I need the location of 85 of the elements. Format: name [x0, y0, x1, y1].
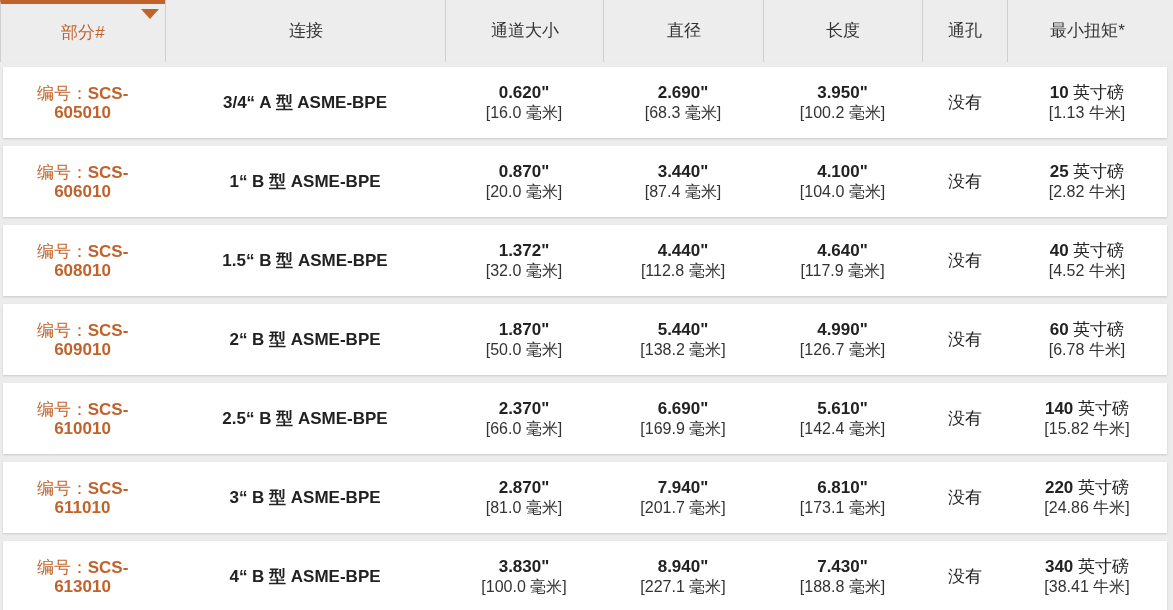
connection-text: 2“ B 型 ASME-BPE — [229, 328, 381, 351]
column-header[interactable]: 长度 — [763, 0, 922, 62]
part-number-link[interactable]: 编号：SCS-605010 — [27, 83, 138, 122]
connection-text: 4“ B 型 ASME-BPE — [229, 565, 381, 588]
part-number-link[interactable]: 编号：SCS-611010 — [27, 478, 138, 517]
metric-text: [6.78 牛米] — [1048, 339, 1126, 360]
connection-text: 3“ B 型 ASME-BPE — [229, 486, 381, 509]
through-hole-text: 没有 — [947, 407, 982, 430]
column-header[interactable]: 最小扭矩* — [1007, 0, 1167, 62]
value-text: 6.810" — [817, 477, 868, 498]
metric-text: [81.0 毫米] — [485, 497, 563, 518]
sort-arrow-icon — [141, 9, 159, 19]
part-number-link[interactable]: 编号：SCS-613010 — [27, 557, 138, 596]
metric-text: [1.13 牛米] — [1048, 102, 1126, 123]
metric-text: [169.9 毫米] — [640, 418, 726, 439]
metric-text: [24.86 牛米] — [1044, 497, 1130, 518]
value-text: 0.620" — [498, 82, 550, 103]
value-text: 0.870" — [498, 161, 550, 182]
value-text: 340 英寸磅 — [1044, 556, 1130, 577]
metric-text: [100.0 毫米] — [481, 576, 567, 597]
through-hole-text: 没有 — [947, 249, 982, 272]
metric-text: [87.4 毫米] — [644, 181, 722, 202]
value-text: 5.440" — [657, 319, 709, 340]
value-text: 1.870" — [498, 319, 550, 340]
through-hole-text: 没有 — [947, 170, 982, 193]
metric-text: [142.4 毫米] — [799, 418, 886, 439]
value-text: 6.690" — [657, 398, 709, 419]
metric-text: [227.1 毫米] — [640, 576, 726, 597]
value-text: 3.830" — [498, 556, 550, 577]
value-text: 2.370" — [498, 398, 550, 419]
metric-text: [66.0 毫米] — [485, 418, 563, 439]
metric-text: [32.0 毫米] — [485, 260, 563, 281]
value-text: 8.940" — [657, 556, 709, 577]
column-header[interactable]: 直径 — [603, 0, 763, 62]
metric-text: [104.0 毫米] — [799, 181, 886, 202]
column-header[interactable]: 通道大小 — [445, 0, 603, 62]
value-text: 7.430" — [817, 556, 868, 577]
metric-text: [112.8 毫米] — [640, 260, 726, 281]
value-text: 4.640" — [817, 240, 868, 261]
value-text: 40 英寸磅 — [1049, 240, 1125, 261]
metric-text: [4.52 牛米] — [1048, 260, 1126, 281]
metric-text: [117.9 毫米] — [800, 260, 885, 281]
part-number-link[interactable]: 编号：SCS-609010 — [27, 320, 138, 359]
value-text: 1.372" — [498, 240, 550, 261]
part-number-link[interactable]: 编号：SCS-610010 — [27, 399, 138, 438]
value-text: 60 英寸磅 — [1049, 319, 1125, 340]
value-text: 140 英寸磅 — [1044, 398, 1130, 419]
value-text: 4.990" — [817, 319, 868, 340]
value-text: 7.940" — [657, 477, 709, 498]
part-number-link[interactable]: 编号：SCS-606010 — [27, 162, 138, 201]
value-text: 3.950" — [817, 82, 868, 103]
value-text: 2.870" — [498, 477, 550, 498]
through-hole-text: 没有 — [947, 91, 982, 114]
value-text: 10 英寸磅 — [1049, 82, 1125, 103]
value-text: 4.440" — [657, 240, 709, 261]
value-text: 5.610" — [817, 398, 868, 419]
part-number-link[interactable]: 编号：SCS-608010 — [27, 241, 138, 280]
metric-text: [201.7 毫米] — [640, 497, 726, 518]
metric-text: [126.7 毫米] — [799, 339, 886, 360]
connection-text: 3/4“ A 型 ASME-BPE — [222, 91, 388, 114]
metric-text: [20.0 毫米] — [485, 181, 563, 202]
through-hole-text: 没有 — [947, 328, 982, 351]
metric-text: [15.82 牛米] — [1044, 418, 1130, 439]
connection-text: 2.5“ B 型 ASME-BPE — [222, 407, 388, 430]
metric-text: [188.8 毫米] — [799, 576, 886, 597]
metric-text: [100.2 毫米] — [799, 102, 886, 123]
metric-text: [50.0 毫米] — [485, 339, 563, 360]
value-text: 2.690" — [657, 82, 709, 103]
connection-text: 1.5“ B 型 ASME-BPE — [222, 249, 388, 272]
value-text: 25 英寸磅 — [1049, 161, 1125, 182]
column-header[interactable]: 部分# — [0, 0, 165, 62]
column-header[interactable]: 连接 — [165, 0, 445, 62]
metric-text: [16.0 毫米] — [485, 102, 563, 123]
column-header[interactable]: 通孔 — [922, 0, 1007, 62]
metric-text: [173.1 毫米] — [799, 497, 886, 518]
value-text: 3.440" — [657, 161, 709, 182]
connection-text: 1“ B 型 ASME-BPE — [229, 170, 381, 193]
metric-text: [38.41 牛米] — [1044, 576, 1130, 597]
through-hole-text: 没有 — [947, 486, 982, 509]
metric-text: [68.3 毫米] — [644, 102, 722, 123]
value-text: 4.100" — [817, 161, 868, 182]
value-text: 220 英寸磅 — [1044, 477, 1130, 498]
metric-text: [2.82 牛米] — [1048, 181, 1126, 202]
metric-text: [138.2 毫米] — [640, 339, 726, 360]
through-hole-text: 没有 — [947, 565, 982, 588]
